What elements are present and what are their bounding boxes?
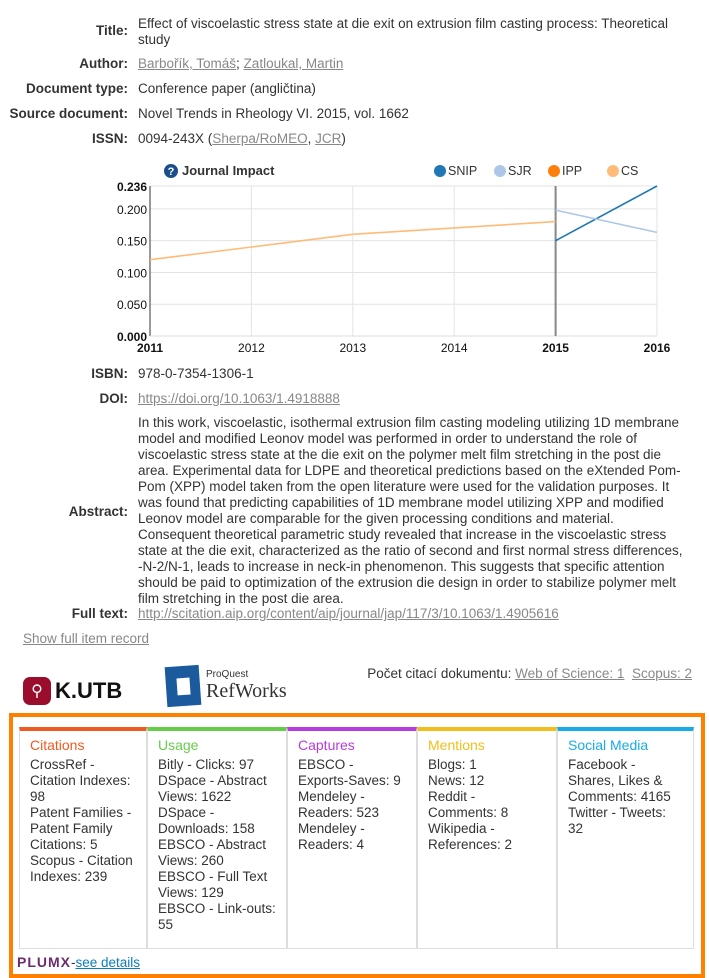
legend-marker-cs bbox=[607, 165, 619, 177]
see-details-link[interactable]: see details bbox=[76, 955, 141, 970]
metric-item: EBSCO - Full Text Views: 129 bbox=[158, 869, 268, 900]
author-link[interactable]: Barbořík, Tomáš bbox=[138, 56, 236, 71]
plumx-logo: PLUMX bbox=[17, 954, 71, 970]
column-title: Usage bbox=[158, 737, 199, 753]
title-row: Title: Effect of viscoelastic stress stat… bbox=[0, 16, 683, 48]
source-label: Source document: bbox=[9, 106, 128, 121]
legend-marker-sjr bbox=[494, 165, 506, 177]
x-tick-label: 2012 bbox=[238, 341, 265, 355]
metric-item: Facebook - Shares, Likes & Comments: 416… bbox=[568, 757, 671, 804]
metric-item: Wikipedia - References: 2 bbox=[428, 821, 513, 852]
legend-label: SJR bbox=[508, 164, 532, 178]
title-label: Title: bbox=[95, 23, 128, 38]
metric-item: Twitter - Tweets: 32 bbox=[568, 805, 667, 836]
column-title: Mentions bbox=[428, 737, 485, 753]
x-tick-label: 2014 bbox=[441, 341, 468, 355]
legend-label: IPP bbox=[562, 164, 582, 178]
title-value: Effect of viscoelastic stress state at d… bbox=[138, 16, 668, 47]
doctype-value: Conference paper (angličtina) bbox=[138, 81, 316, 96]
metric-item: DSpace - Downloads: 158 bbox=[158, 805, 255, 836]
metric-item: Mendeley - Readers: 4 bbox=[298, 821, 365, 852]
refworks-text: RefWorks bbox=[206, 680, 287, 702]
x-tick-label: 2015 bbox=[542, 341, 569, 355]
metric-item: CrossRef - Citation Indexes: 98 bbox=[30, 757, 131, 804]
metric-item: Patent Families - Patent Family Citation… bbox=[30, 805, 132, 852]
question-mark: ? bbox=[168, 166, 175, 178]
x-tick-label: 2016 bbox=[644, 341, 671, 355]
search-icon: ⚲ bbox=[23, 677, 51, 705]
proquest-text: ProQuest bbox=[206, 669, 249, 680]
column-title: Captures bbox=[298, 737, 355, 753]
column-title: Social Media bbox=[568, 737, 649, 753]
doctype-label: Document type: bbox=[25, 81, 128, 96]
legend-label: CS bbox=[621, 164, 638, 178]
author-row: Author: Barbořík, Tomáš; Zatloukal, Marti… bbox=[0, 56, 683, 72]
x-tick-label: 2011 bbox=[137, 341, 163, 355]
kutb-logo[interactable]: ⚲ K.UTB bbox=[23, 677, 122, 705]
citation-counts: Počet citací dokumentu: Web of Science: … bbox=[367, 666, 692, 681]
abstract-label: Abstract: bbox=[68, 503, 128, 519]
metric-item: Scopus - Citation Indexes: 239 bbox=[30, 853, 133, 884]
document-icon bbox=[164, 664, 202, 708]
plumx-widget: Citations CrossRef - Citation Indexes: 98… bbox=[9, 713, 705, 978]
wos-link[interactable]: Web of Science: 1 bbox=[515, 666, 624, 681]
metric-item: Reddit - Comments: 8 bbox=[428, 789, 509, 820]
issn-label: ISSN: bbox=[91, 131, 128, 146]
metric-item: Blogs: 1 bbox=[428, 757, 477, 772]
issn-value: 0094-243X ( bbox=[138, 131, 213, 146]
metric-item: Mendeley - Readers: 523 bbox=[298, 789, 380, 820]
legend-marker-snip bbox=[434, 165, 446, 177]
plumx-column-social-media: Social Media Facebook - Shares, Likes & C… bbox=[557, 727, 694, 949]
source-value: Novel Trends in Rheology VI. 2015, vol. … bbox=[138, 106, 409, 121]
jcr-link[interactable]: JCR bbox=[315, 131, 341, 146]
x-tick-label: 2013 bbox=[339, 341, 366, 355]
show-full-record-link[interactable]: Show full item record bbox=[23, 631, 149, 646]
fulltext-label: Full text: bbox=[71, 606, 128, 621]
doi-link[interactable]: https://doi.org/10.1063/1.4918888 bbox=[138, 391, 340, 406]
issn-end: ) bbox=[341, 131, 346, 146]
doi-label: DOI: bbox=[99, 391, 129, 406]
y-tick-label: 0.100 bbox=[117, 266, 147, 280]
plumx-column-captures: Captures EBSCO - Exports-Saves: 9 Mendeley… bbox=[287, 727, 417, 949]
isbn-value: 978-0-7354-1306-1 bbox=[138, 366, 254, 381]
chart-title: Journal Impact bbox=[182, 163, 275, 178]
plumx-column-usage: Usage Bitly - Clicks: 97 DSpace - Abstract… bbox=[147, 727, 287, 949]
metric-item: EBSCO - Abstract Views: 260 bbox=[158, 837, 267, 868]
metric-item: EBSCO - Exports-Saves: 9 bbox=[298, 757, 401, 788]
y-tick-label: 0.150 bbox=[117, 235, 147, 249]
author-link[interactable]: Zatloukal, Martin bbox=[244, 56, 344, 71]
plumx-column-citations: Citations CrossRef - Citation Indexes: 98… bbox=[19, 727, 147, 949]
y-tick-label: 0.236 bbox=[117, 180, 147, 194]
y-tick-label: 0.200 bbox=[117, 203, 147, 217]
citations-label: Počet citací dokumentu: bbox=[367, 666, 512, 681]
plumx-column-mentions: Mentions Blogs: 1 News: 12 Reddit - Comment… bbox=[417, 727, 557, 949]
refworks-logo[interactable]: ProQuest RefWorks bbox=[164, 664, 287, 708]
metric-item: EBSCO - Link-outs: 55 bbox=[158, 901, 276, 932]
sherpa-link[interactable]: Sherpa/RoMEO bbox=[212, 131, 307, 146]
legend-label: SNIP bbox=[448, 164, 477, 178]
y-tick-label: 0.050 bbox=[117, 298, 147, 312]
fulltext-link[interactable]: http://scitation.aip.org/content/aip/jou… bbox=[138, 606, 559, 621]
metric-item: News: 12 bbox=[428, 773, 485, 788]
kutb-text: K.UTB bbox=[55, 678, 123, 703]
metric-item: Bitly - Clicks: 97 bbox=[158, 757, 255, 772]
scopus-link[interactable]: Scopus: 2 bbox=[632, 666, 692, 681]
journal-impact-chart: 0.0000.0500.1000.1500.2000.2362011 2012 20… bbox=[117, 163, 671, 355]
abstract-text: In this work, viscoelastic, isothermal e… bbox=[138, 415, 683, 606]
column-title: Citations bbox=[30, 737, 85, 753]
author-label: Author: bbox=[79, 56, 128, 71]
legend-marker-ipp bbox=[548, 165, 560, 177]
metric-item: DSpace - Abstract Views: 1622 bbox=[158, 773, 267, 804]
isbn-label: ISBN: bbox=[91, 366, 128, 381]
